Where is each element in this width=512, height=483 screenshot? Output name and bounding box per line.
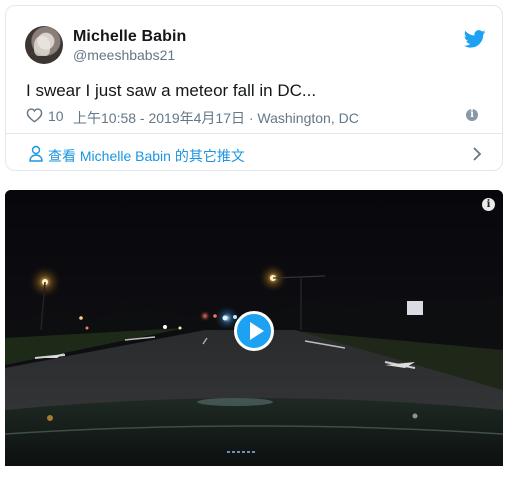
divider xyxy=(6,133,502,134)
like-count[interactable]: 10 xyxy=(48,108,64,124)
twitter-bird-icon[interactable] xyxy=(464,30,486,48)
avatar[interactable] xyxy=(25,26,63,64)
chevron-right-icon[interactable] xyxy=(472,147,482,161)
tweet-meta: 10 上午10:58 - 2019年4月17日 · Washington, DC… xyxy=(26,103,486,127)
tweet-timestamp[interactable]: 上午10:58 - 2019年4月17日 · Washington, DC xyxy=(73,108,359,128)
play-button[interactable] xyxy=(234,311,274,351)
play-icon xyxy=(250,322,264,340)
tweet-text: I swear I just saw a meteor fall in DC..… xyxy=(26,81,317,100)
author-handle[interactable]: @meeshbabs21 xyxy=(73,47,175,63)
video-info-icon[interactable]: i xyxy=(482,198,495,211)
person-icon xyxy=(29,145,43,162)
more-tweets-link[interactable]: 查看 Michelle Babin 的其它推文 xyxy=(26,143,484,165)
author-name[interactable]: Michelle Babin xyxy=(73,28,186,46)
heart-icon[interactable] xyxy=(26,107,43,123)
tweet-card: Michelle Babin @meeshbabs21 I swear I ju… xyxy=(5,5,503,171)
more-tweets-label[interactable]: 查看 Michelle Babin 的其它推文 xyxy=(48,146,245,166)
video-player[interactable]: i xyxy=(5,190,503,474)
info-icon[interactable]: i xyxy=(466,109,478,121)
